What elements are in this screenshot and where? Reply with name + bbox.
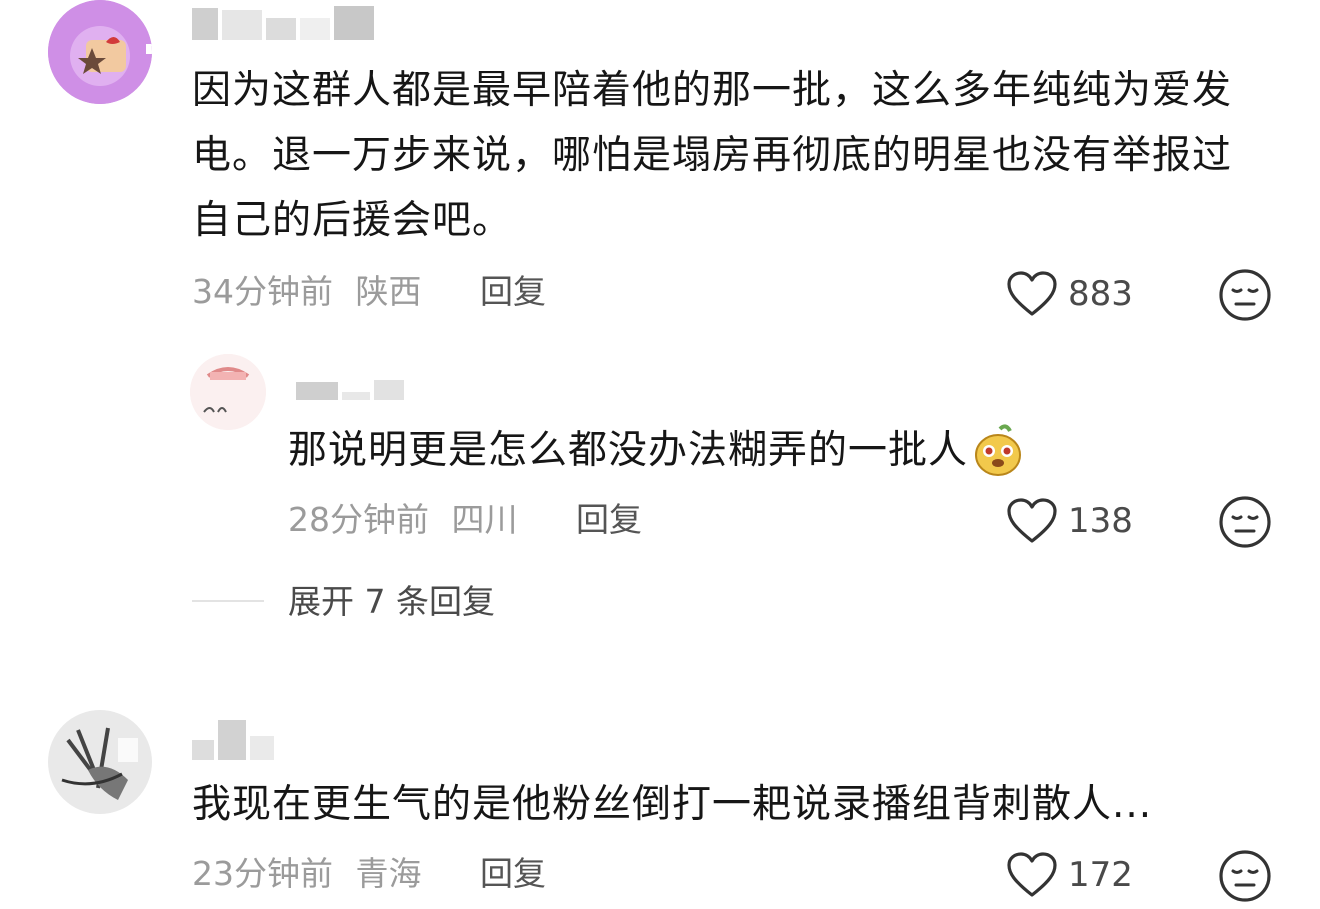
comment-region-1: 陕西 [355,272,422,311]
neutral-face-icon [1219,850,1271,902]
heart-outline-icon [1007,852,1057,897]
dislike-button-3[interactable] [1218,849,1272,907]
dislike-button-2[interactable] [1218,495,1272,553]
reply-text-row-2: 那说明更是怎么都没办法糊弄的一批人 [288,418,1026,483]
reply-button-1[interactable]: 回复 [480,272,546,312]
like-count-1: 883 [1068,274,1133,314]
username-2-blurred[interactable] [296,378,404,400]
like-button-2[interactable]: 138 [1006,497,1133,545]
avatar-user-2[interactable] [190,354,266,430]
avatar-user-1[interactable] [48,0,152,104]
like-button-1[interactable]: 883 [1006,270,1133,318]
comment-time-1: 34分钟前 [192,272,333,311]
comment-text-3: 我现在更生气的是他粉丝倒打一耙说录播组背刺散人... [192,782,1153,827]
dislike-button-1[interactable] [1218,268,1272,326]
avatar-user-3[interactable] [48,710,152,814]
heart-outline-icon [1007,498,1057,543]
comment-time-2: 28分钟前 [288,500,429,539]
username-3-blurred[interactable] [192,718,274,760]
comment-region-3: 青海 [355,854,422,893]
avatar-illustration-icon [48,0,152,104]
neutral-face-icon [1219,496,1271,548]
expand-replies-button[interactable]: 展开 7 条回复 [288,582,495,622]
cute-creature-emoji [975,423,1022,476]
avatar-illustration-icon [48,710,152,814]
comment-meta-3: 23分钟前 青海 [192,854,422,894]
like-count-2: 138 [1068,501,1133,541]
comment-meta-1: 34分钟前 陕西 [192,272,422,312]
comment-text-1: 因为这群人都是最早陪着他的那一批，这么多年纯纯为爱发电。退一万步来说，哪怕是塌房… [192,68,1233,243]
comment-text-2: 那说明更是怎么都没办法糊弄的一批人 [288,428,969,473]
comment-region-2: 四川 [451,500,518,539]
like-button-3[interactable]: 172 [1006,851,1133,899]
avatar-illustration-icon [190,354,266,430]
like-count-3: 172 [1068,855,1133,895]
reply-button-2[interactable]: 回复 [576,500,642,540]
heart-outline-icon [1007,271,1057,316]
expand-divider [192,600,264,602]
comment-meta-2: 28分钟前 四川 [288,500,518,540]
reply-button-3[interactable]: 回复 [480,854,546,894]
username-1-blurred[interactable] [192,2,374,40]
comment-time-3: 23分钟前 [192,854,333,893]
neutral-face-icon [1219,269,1271,321]
